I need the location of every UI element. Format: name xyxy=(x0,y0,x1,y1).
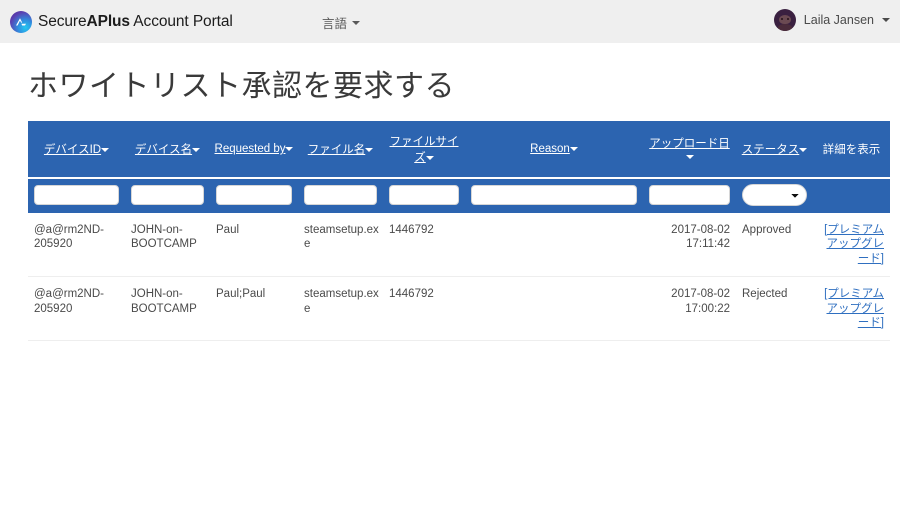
chevron-down-icon xyxy=(882,18,890,22)
column-header-file-size[interactable]: ファイルサイズ xyxy=(383,121,465,178)
language-menu-label: 言語 xyxy=(322,17,348,31)
chevron-down-icon xyxy=(569,146,578,151)
premium-upgrade-link[interactable]: [プレミアムアップグレード] xyxy=(824,288,884,329)
page-content: ホワイトリスト承認を要求する デバイスID デバイス名 Requested by… xyxy=(0,61,900,342)
cell-requested-by: Paul;Paul xyxy=(210,276,298,342)
chevron-down-icon xyxy=(352,20,361,25)
cell-status: Rejected xyxy=(736,276,813,342)
brand-title-regular: Secure xyxy=(38,12,87,30)
brand-title: SecureAPlus Account Portal xyxy=(38,13,233,31)
filter-cell-file-name xyxy=(298,177,383,213)
cell-reason xyxy=(465,213,643,278)
column-header-upload-date[interactable]: アップロード日 xyxy=(643,121,736,178)
cell-file-name: steamsetup.exe xyxy=(298,213,383,278)
filter-cell-upload-date xyxy=(643,177,736,213)
brand-logo-link[interactable]: SecureAPlus Account Portal xyxy=(10,10,233,33)
chevron-down-icon xyxy=(365,147,374,152)
cell-detail: [プレミアムアップグレード] xyxy=(813,276,890,342)
chevron-down-icon xyxy=(285,146,294,151)
brand-title-suffix: Account Portal xyxy=(129,12,233,30)
cell-file-size: 1446792 xyxy=(383,213,465,278)
filter-input-upload-date[interactable] xyxy=(649,185,730,205)
filter-input-file-name[interactable] xyxy=(304,185,377,205)
table-row: @a@rm2ND-205920 JOHN-on-BOOTCAMP Paul st… xyxy=(28,213,890,278)
filter-cell-device-name xyxy=(125,177,210,213)
cell-file-size: 1446792 xyxy=(383,276,465,342)
column-header-device-id[interactable]: デバイスID xyxy=(28,121,125,178)
filter-cell-file-size xyxy=(383,177,465,213)
cell-status: Approved xyxy=(736,213,813,278)
column-header-requested-by-label[interactable]: Requested by xyxy=(215,143,286,155)
table-filter-row xyxy=(28,177,890,213)
cell-file-name: steamsetup.exe xyxy=(298,276,383,342)
column-header-device-id-label[interactable]: デバイスID xyxy=(44,144,101,156)
column-header-requested-by[interactable]: Requested by xyxy=(210,121,298,178)
language-menu[interactable]: 言語 xyxy=(322,13,361,32)
chevron-down-icon xyxy=(192,147,201,152)
filter-cell-reason xyxy=(465,177,643,213)
chevron-down-icon xyxy=(425,155,434,160)
column-header-detail-label: 詳細を表示 xyxy=(822,144,881,156)
column-header-device-name[interactable]: デバイス名 xyxy=(125,121,210,178)
filter-input-device-name[interactable] xyxy=(131,185,204,205)
column-header-status-label[interactable]: ステータス xyxy=(742,144,800,156)
filter-cell-device-id xyxy=(28,177,125,213)
whitelist-requests-table: デバイスID デバイス名 Requested by ファイル名 ファイルサイズ … xyxy=(28,121,890,342)
cell-requested-by: Paul xyxy=(210,213,298,278)
filter-cell-status xyxy=(736,177,813,213)
filter-input-device-id[interactable] xyxy=(34,185,119,205)
cell-device-name: JOHN-on-BOOTCAMP xyxy=(125,276,210,342)
cell-device-name: JOHN-on-BOOTCAMP xyxy=(125,213,210,278)
column-header-file-name[interactable]: ファイル名 xyxy=(298,121,383,178)
filter-select-status[interactable] xyxy=(742,184,807,206)
chevron-down-icon xyxy=(799,147,808,152)
top-navbar: SecureAPlus Account Portal 言語 Laila Jans… xyxy=(0,0,900,43)
filter-input-file-size[interactable] xyxy=(389,185,459,205)
avatar xyxy=(773,9,796,31)
chevron-down-icon xyxy=(685,154,694,159)
column-header-file-size-label[interactable]: ファイルサイズ xyxy=(390,136,459,164)
cell-device-id: @a@rm2ND-205920 xyxy=(28,213,125,278)
column-header-device-name-label[interactable]: デバイス名 xyxy=(135,144,192,156)
cell-upload-date: 2017-08-02 17:11:42 xyxy=(643,213,736,278)
column-header-file-name-label[interactable]: ファイル名 xyxy=(308,144,366,156)
column-header-reason-label[interactable]: Reason xyxy=(530,143,570,155)
cell-detail: [プレミアムアップグレード] xyxy=(813,213,890,278)
filter-input-reason[interactable] xyxy=(471,185,637,205)
filter-cell-detail-empty xyxy=(813,177,890,213)
cell-upload-date: 2017-08-02 17:00:22 xyxy=(643,276,736,342)
user-menu-label: Laila Jansen xyxy=(803,13,874,27)
column-header-status[interactable]: ステータス xyxy=(736,121,813,178)
chevron-down-icon xyxy=(101,147,110,152)
brand-title-bold: APlus xyxy=(86,12,131,30)
column-header-reason[interactable]: Reason xyxy=(465,121,643,178)
filter-input-requested-by[interactable] xyxy=(216,185,292,205)
secureaplus-logo-icon xyxy=(10,10,32,33)
table-header-row: デバイスID デバイス名 Requested by ファイル名 ファイルサイズ … xyxy=(28,121,890,178)
filter-cell-requested-by xyxy=(210,177,298,213)
cell-device-id: @a@rm2ND-205920 xyxy=(28,276,125,342)
premium-upgrade-link[interactable]: [プレミアムアップグレード] xyxy=(824,224,884,265)
column-header-detail: 詳細を表示 xyxy=(813,121,890,178)
cell-reason xyxy=(465,276,643,342)
table-head: デバイスID デバイス名 Requested by ファイル名 ファイルサイズ … xyxy=(28,121,890,213)
table-body: @a@rm2ND-205920 JOHN-on-BOOTCAMP Paul st… xyxy=(28,213,890,342)
column-header-upload-date-label[interactable]: アップロード日 xyxy=(649,138,730,150)
table-row: @a@rm2ND-205920 JOHN-on-BOOTCAMP Paul;Pa… xyxy=(28,276,890,342)
page-title: ホワイトリスト承認を要求する xyxy=(28,70,455,103)
user-menu[interactable]: Laila Jansen xyxy=(773,9,890,31)
